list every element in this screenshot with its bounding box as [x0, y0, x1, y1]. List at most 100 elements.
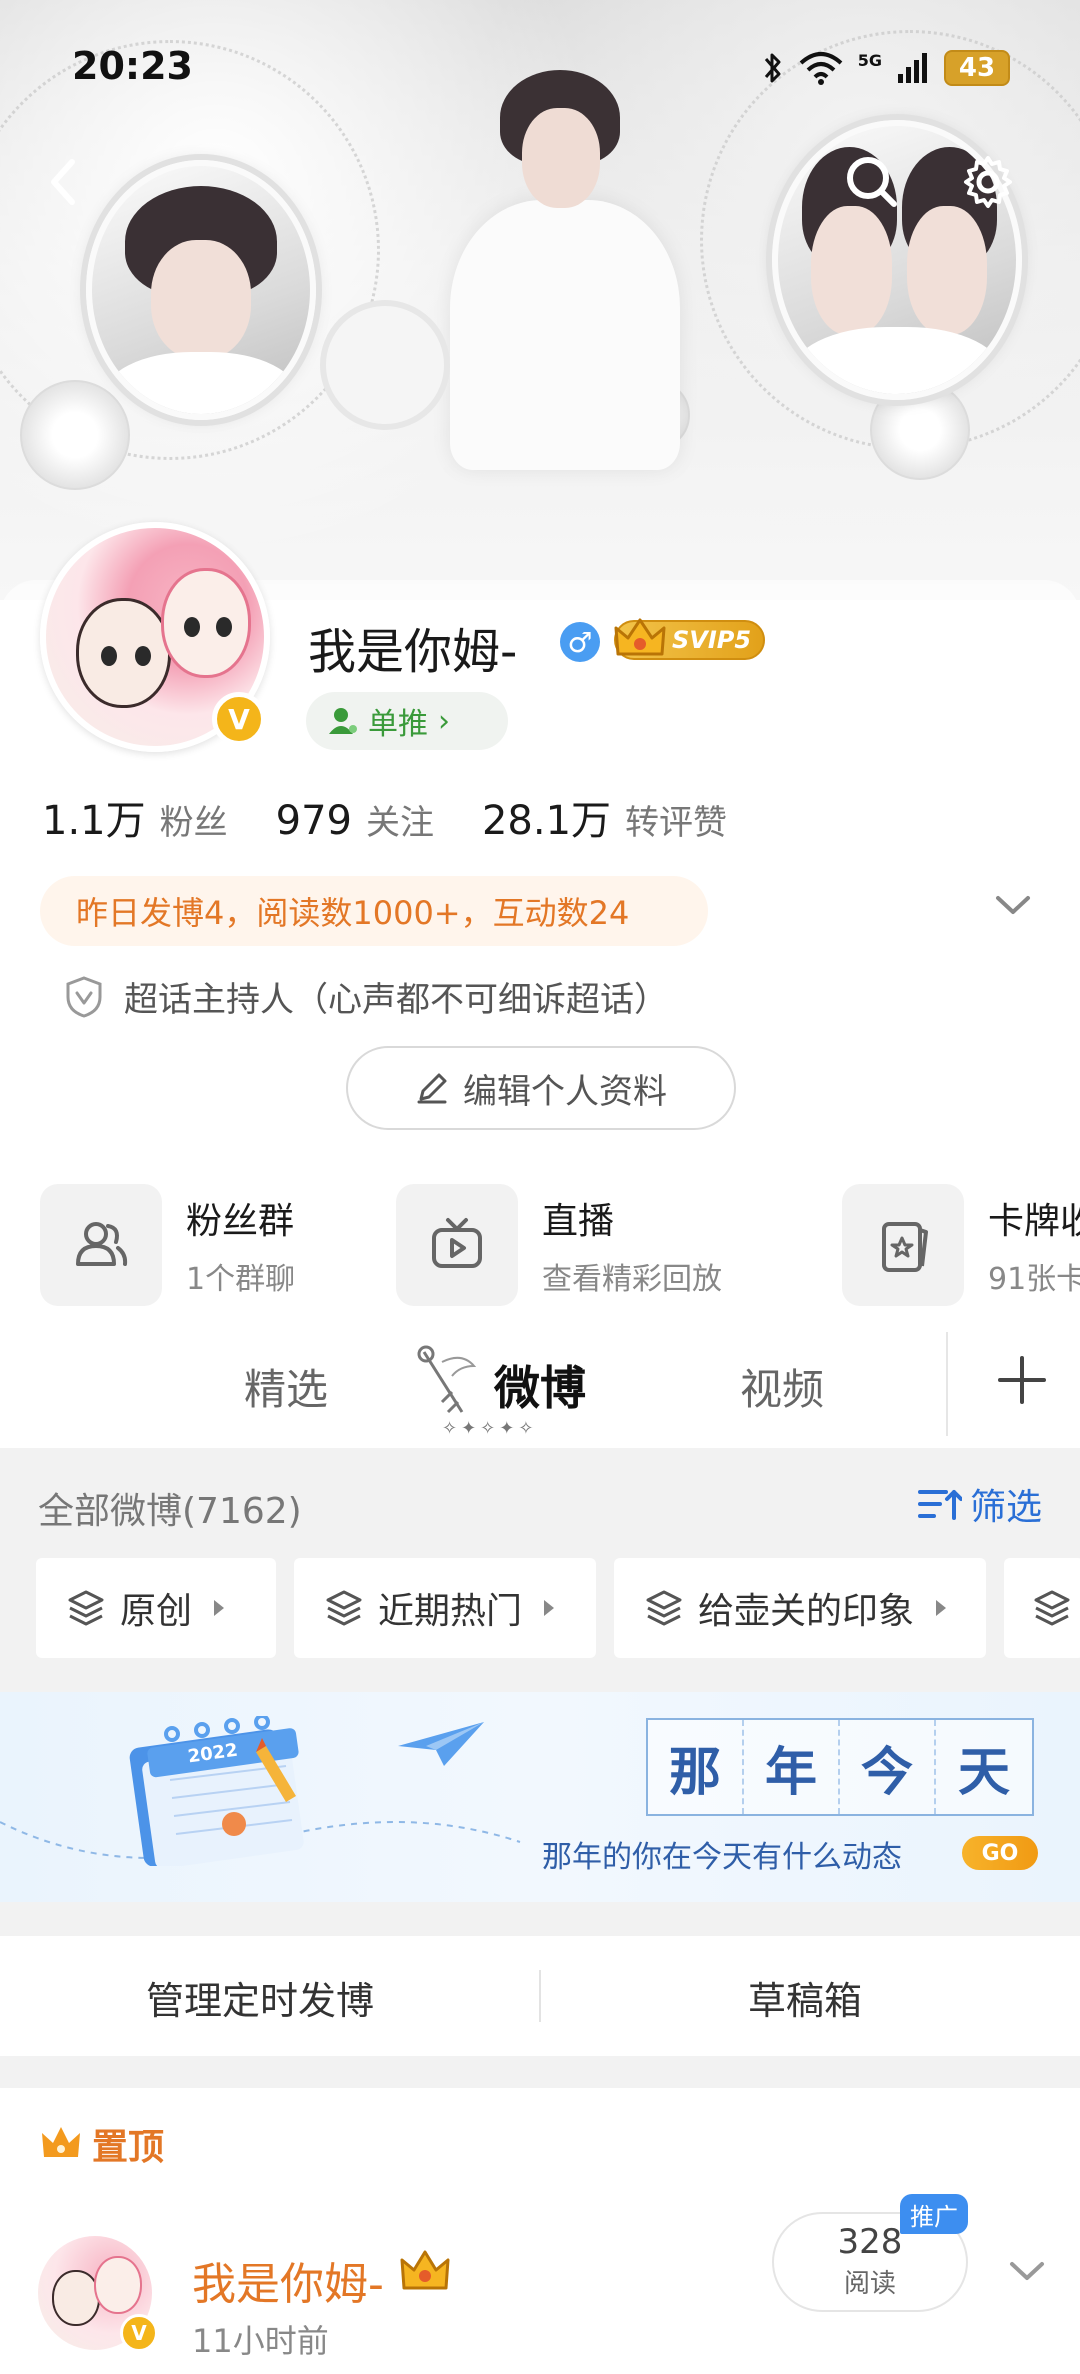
layers-icon	[68, 1590, 104, 1626]
chip-original[interactable]: 原创	[36, 1558, 276, 1658]
promote-badge[interactable]: 推广	[900, 2194, 968, 2234]
shortcut-subtitle: 查看精彩回放	[542, 1262, 722, 1297]
triangle-right-icon	[214, 1600, 225, 1616]
supertopic-host-label: 超话主持人（心声都不可细诉超话）	[124, 980, 668, 1020]
card-collection-icon	[842, 1184, 964, 1306]
profile-username: 我是你姆-	[308, 624, 518, 680]
section-gap	[0, 2056, 1080, 2088]
verified-badge: V	[212, 692, 266, 746]
tab-video[interactable]: 视频	[740, 1356, 824, 1417]
supertopic-host-info[interactable]: 超话主持人（心声都不可细诉超话）	[64, 972, 668, 1021]
violin-decoration	[320, 300, 450, 430]
shortcut-title: 卡牌收	[988, 1201, 1080, 1242]
stat-label: 粉丝	[159, 803, 228, 843]
user-icon	[329, 708, 357, 734]
on-this-day-title: 那 年 今 天	[646, 1718, 1034, 1816]
edit-profile-label: 编辑个人资料	[463, 1071, 667, 1112]
read-count-label: 阅读	[843, 2268, 896, 2299]
crown-icon	[42, 2127, 80, 2157]
stat-label: 关注	[365, 803, 434, 843]
title-char: 今	[840, 1720, 936, 1814]
profile-stats: 1.1万 粉丝 979 关注 28.1万 转评赞	[42, 788, 775, 846]
edit-profile-button[interactable]: 编辑个人资料	[346, 1046, 736, 1130]
chip-label: 给壶关的印象	[698, 1591, 915, 1632]
layers-icon	[1034, 1590, 1070, 1626]
on-this-day-banner[interactable]: 2022 那 年 今 天 那年的你在今天有什么动态 GO	[0, 1692, 1080, 1902]
stat-followers[interactable]: 1.1万 粉丝	[42, 788, 228, 846]
chip-label: 近期热门	[378, 1591, 523, 1632]
tab-weibo[interactable]: 微博	[494, 1352, 586, 1418]
divider	[539, 1970, 541, 2022]
profile-tabs: 精选 微博 ✧✦✧✦✧ 视频	[0, 1318, 1080, 1448]
title-char: 天	[936, 1720, 1032, 1814]
single-support-chip[interactable]: 单推 ›	[306, 692, 508, 750]
wifi-icon	[799, 52, 843, 85]
feed-filter-area: 全部微博(7162) 筛选 原创 近期热门 给壶关的印象	[0, 1448, 1080, 1692]
signal-icon	[898, 53, 927, 83]
stat-reposts-likes[interactable]: 28.1万 转评赞	[482, 788, 727, 846]
pinned-label: 置顶	[40, 2118, 164, 2170]
chip-impression[interactable]: 给壶关的印象	[614, 1558, 986, 1658]
pencil-icon	[417, 1073, 447, 1104]
stat-following[interactable]: 979 关注	[276, 795, 434, 844]
go-button[interactable]: GO	[962, 1836, 1038, 1870]
all-posts-count: 全部微博(7162)	[38, 1491, 302, 1532]
network-type-label: 5G	[857, 50, 882, 70]
chevron-down-icon[interactable]	[990, 890, 1036, 920]
shortcut-subtitle: 91张卡	[988, 1262, 1080, 1297]
male-gender-icon: ♂	[560, 622, 600, 662]
section-gap	[0, 1902, 1080, 1936]
stat-value: 28.1万	[481, 798, 612, 844]
crown-icon	[614, 618, 666, 656]
post-verified-badge: V	[120, 2314, 158, 2352]
pinned-post: 置顶 V 我是你姆- 11小时前 328 阅读 推广	[0, 2088, 1080, 2374]
drafts-button[interactable]: 草稿箱	[748, 1970, 862, 2025]
chip-recent-hot[interactable]: 近期热门	[294, 1558, 596, 1658]
feed-category-chips: 原创 近期热门 给壶关的印象	[36, 1558, 1080, 1658]
post-author-name[interactable]: 我是你姆-	[192, 2248, 384, 2312]
status-time: 20:23	[72, 44, 193, 88]
title-char: 那	[648, 1720, 744, 1814]
status-bar: 20:23 5G 43	[0, 0, 1080, 140]
shortcut-subtitle: 1个群聊	[186, 1262, 296, 1297]
calendar-icon: 2022	[129, 1716, 304, 1866]
plus-icon[interactable]	[986, 1344, 1058, 1416]
gear-icon[interactable]	[956, 150, 1020, 214]
battery-indicator: 43	[944, 50, 1010, 86]
shortcut-live[interactable]: 直播 查看精彩回放	[396, 1184, 752, 1306]
shortcut-title: 直播	[542, 1201, 615, 1242]
tab-active-decoration: ✧✦✧✦✧	[442, 1418, 538, 1439]
post-timestamp: 11小时前	[192, 2322, 329, 2360]
paper-plane-icon	[398, 1722, 484, 1766]
shortcut-fans-group[interactable]: 粉丝群 1个群聊	[40, 1184, 396, 1306]
stat-value: 979	[275, 798, 352, 844]
tab-featured[interactable]: 精选	[244, 1356, 328, 1417]
fans-group-icon	[40, 1184, 162, 1306]
scheduled-posts-button[interactable]: 管理定时发博	[146, 1970, 374, 2025]
chevron-right-icon: ›	[438, 703, 450, 739]
shortcut-title: 粉丝群	[186, 1201, 295, 1242]
back-icon[interactable]	[36, 150, 92, 214]
chevron-down-icon[interactable]	[1004, 2256, 1050, 2286]
filter-label: 筛选	[970, 1487, 1043, 1528]
title-char: 年	[744, 1720, 840, 1814]
filter-button[interactable]: 筛选	[916, 1478, 1042, 1530]
filter-sort-icon	[918, 1490, 962, 1520]
single-support-label: 单推	[368, 707, 428, 742]
cover-portrait-left	[86, 160, 316, 420]
profile-shortcuts: 粉丝群 1个群聊 直播 查看精彩回放 卡牌收 91张卡	[40, 1184, 1080, 1306]
pinned-text: 置顶	[92, 2127, 165, 2168]
chip-more[interactable]	[1004, 1558, 1080, 1658]
status-icons: 5G 43	[762, 50, 1010, 86]
shield-icon	[66, 975, 102, 1018]
triangle-right-icon	[544, 1600, 555, 1616]
svip-badge[interactable]: SVIP5	[614, 618, 766, 660]
yesterday-activity-summary[interactable]: 昨日发博4，阅读数1000+，互动数24	[40, 876, 708, 946]
search-icon[interactable]	[840, 150, 904, 214]
vip-crown-icon	[400, 2250, 450, 2290]
read-count-value: 328	[837, 2221, 903, 2262]
bluetooth-icon	[764, 53, 781, 83]
tab-divider	[946, 1332, 948, 1436]
shortcut-card-collection[interactable]: 卡牌收 91张卡	[842, 1184, 1080, 1306]
live-tv-icon	[396, 1184, 518, 1306]
